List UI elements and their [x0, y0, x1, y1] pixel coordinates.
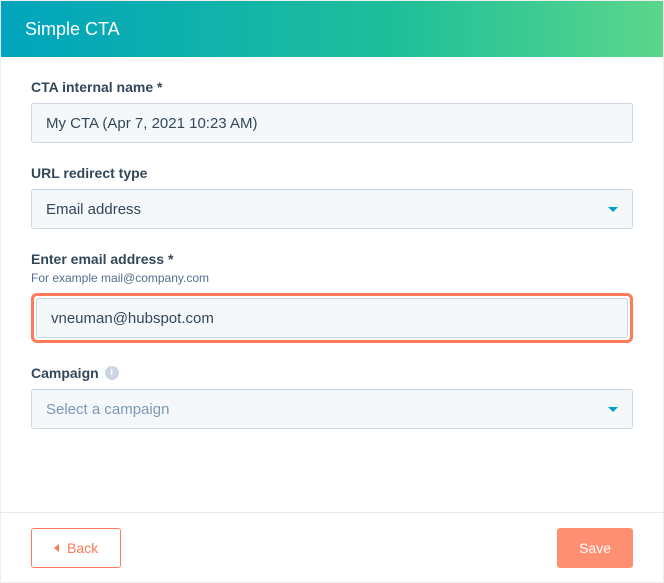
campaign-label: Campaign i [31, 365, 633, 381]
internal-name-input[interactable] [31, 103, 633, 143]
chevron-left-icon [54, 544, 59, 552]
panel-header: Simple CTA [1, 1, 663, 57]
field-redirect-type: URL redirect type Email address [31, 165, 633, 229]
email-label: Enter email address * [31, 251, 633, 267]
campaign-label-text: Campaign [31, 365, 99, 381]
info-icon[interactable]: i [105, 366, 119, 380]
field-email: Enter email address * For example mail@c… [31, 251, 633, 343]
back-button[interactable]: Back [31, 528, 121, 568]
panel-body: CTA internal name * URL redirect type Em… [1, 57, 663, 512]
email-input[interactable] [36, 298, 628, 338]
field-campaign: Campaign i Select a campaign [31, 365, 633, 429]
campaign-select[interactable]: Select a campaign [31, 389, 633, 429]
back-button-label: Back [67, 540, 98, 556]
chevron-down-icon [608, 407, 618, 412]
redirect-type-label: URL redirect type [31, 165, 633, 181]
chevron-down-icon [608, 207, 618, 212]
campaign-placeholder: Select a campaign [46, 401, 169, 418]
field-internal-name: CTA internal name * [31, 79, 633, 143]
save-button-label: Save [579, 540, 611, 556]
email-helper: For example mail@company.com [31, 271, 633, 285]
internal-name-label: CTA internal name * [31, 79, 633, 95]
save-button[interactable]: Save [557, 528, 633, 568]
email-highlight [31, 293, 633, 343]
panel-footer: Back Save [1, 512, 663, 582]
panel-title: Simple CTA [25, 19, 120, 40]
redirect-type-select[interactable]: Email address [31, 189, 633, 229]
redirect-type-value: Email address [46, 201, 141, 218]
simple-cta-panel: Simple CTA CTA internal name * URL redir… [0, 0, 664, 583]
